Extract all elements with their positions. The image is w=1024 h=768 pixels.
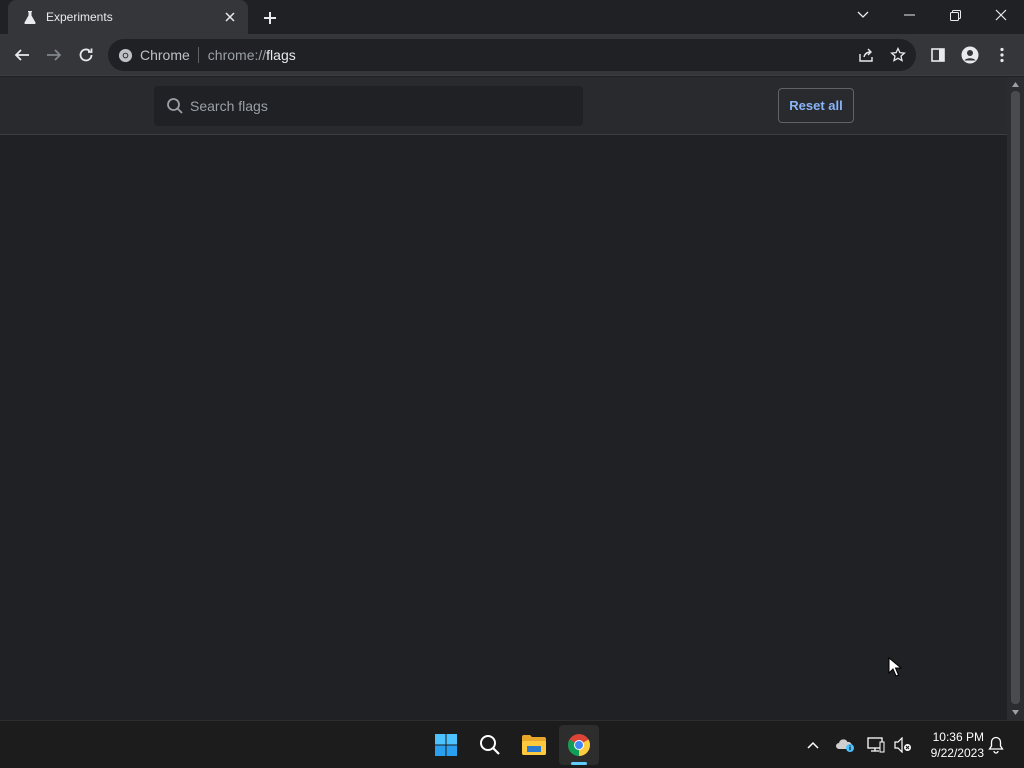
url-scheme: chrome:// [207,47,267,63]
star-icon [890,47,906,62]
reload-button[interactable] [72,41,100,69]
chrome-menu-button[interactable] [988,41,1016,69]
minimize-icon [903,14,915,16]
page-scrollbar[interactable] [1007,77,1024,720]
tab-title: Experiments [46,10,113,24]
search-box[interactable] [154,86,583,126]
clock-date: 9/22/2023 [930,746,984,760]
cloud-info-icon [836,739,854,752]
bell-icon [988,736,1004,754]
network-tray-button[interactable] [866,735,886,755]
folder-icon [522,735,546,755]
tab-strip: Experiments [0,0,1024,34]
start-button[interactable] [426,725,466,765]
search-icon [167,98,183,114]
restore-icon [949,9,961,21]
reset-all-button[interactable]: Reset all [778,88,854,123]
url-text[interactable]: chrome://flags [208,47,296,63]
url-host: flags [266,47,296,63]
new-tab-button[interactable] [258,6,282,30]
chevron-down-icon [857,11,869,18]
clock-time: 10:36 PM [932,730,984,744]
address-bar[interactable]: Chrome chrome://flags [108,39,916,71]
bookmark-button[interactable] [888,45,908,65]
tab-experiments[interactable]: Experiments [8,0,248,34]
plus-icon [264,12,276,24]
chevron-up-icon [807,741,819,749]
flags-page: Reset all [0,77,1007,720]
chrome-logo-icon [568,734,590,756]
show-hidden-icons-button[interactable] [803,735,823,755]
forward-button[interactable] [40,41,68,69]
browser-toolbar: Chrome chrome://flags [0,34,1024,76]
chrome-logo-icon [118,48,133,62]
profile-button[interactable] [956,41,984,69]
file-explorer-button[interactable] [514,725,554,765]
close-icon [995,9,1007,21]
more-vert-icon [1000,47,1004,63]
volume-tray-button[interactable] [893,735,913,755]
search-flags-input[interactable] [190,98,570,114]
flags-header: Reset all [0,77,1007,135]
onedrive-tray-button[interactable] [835,735,855,755]
side-panel-icon [931,48,945,62]
restore-button[interactable] [932,0,978,30]
notifications-button[interactable] [986,735,1006,755]
chrome-taskbar-button[interactable] [559,725,599,765]
active-app-indicator [571,762,587,765]
tab-search-button[interactable] [840,0,886,30]
close-window-button[interactable] [978,0,1024,30]
search-icon [480,735,500,755]
arrow-left-icon [14,49,29,61]
flask-icon [22,9,38,25]
share-button[interactable] [856,45,876,65]
scroll-down-arrow-icon[interactable] [1011,708,1020,717]
side-panel-button[interactable] [924,41,952,69]
reload-icon [79,48,93,62]
arrow-right-icon [47,49,62,61]
site-info-chip[interactable]: Chrome [118,47,199,63]
taskbar-search-button[interactable] [470,725,510,765]
network-icon [867,737,885,753]
back-button[interactable] [8,41,36,69]
minimize-button[interactable] [886,0,932,30]
account-icon [961,46,979,64]
chip-label: Chrome [140,47,190,63]
share-icon [859,48,873,62]
scrollbar-thumb[interactable] [1011,91,1020,704]
close-tab-icon[interactable] [222,9,238,25]
windows-taskbar: 10:36 PM 9/22/2023 [0,720,1024,768]
mouse-cursor-icon [888,657,902,677]
windows-logo-icon [435,734,457,756]
scroll-up-arrow-icon[interactable] [1011,80,1020,89]
volume-muted-icon [894,737,911,753]
taskbar-clock[interactable]: 10:36 PM 9/22/2023 [920,729,984,761]
